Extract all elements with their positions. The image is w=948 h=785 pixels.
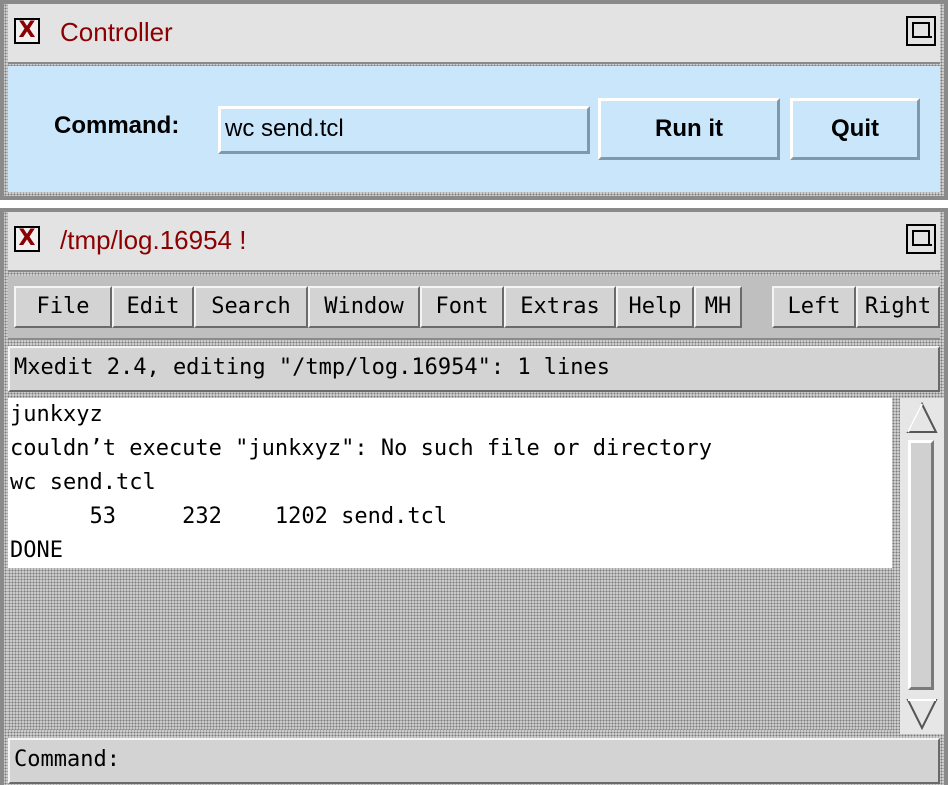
scrollbar-thumb[interactable] [908,440,934,690]
run-it-button[interactable]: Run it [598,98,780,160]
text-line[interactable]: DONE [10,534,892,568]
text-line[interactable]: junkxyz [10,398,892,432]
editor-window: X /tmp/log.16954 ! File Edit Search Wind… [0,208,948,785]
text-line[interactable]: wc send.tcl [10,466,892,500]
menu-left[interactable]: Left [772,286,856,328]
editor-title: /tmp/log.16954 ! [60,225,247,255]
controller-titlebar[interactable]: X Controller [8,4,940,64]
command-input[interactable]: wc send.tcl [218,106,590,154]
menu-file[interactable]: File [14,286,112,328]
text-lines[interactable]: junkxyz couldn’t execute "junkxyz": No s… [8,398,892,568]
command-prompt[interactable]: Command: [8,738,940,784]
menu-font[interactable]: Font [420,286,504,328]
text-line[interactable]: couldn’t execute "junkxyz": No such file… [10,432,892,466]
menu-mh[interactable]: MH [694,286,742,328]
controller-window: X Controller Command: wc send.tcl Run it… [0,0,948,200]
scroll-down-arrow-icon[interactable] [906,698,938,730]
menu-right[interactable]: Right [856,286,940,328]
maximize-icon[interactable] [906,16,936,46]
status-line: Mxedit 2.4, editing "/tmp/log.16954": 1 … [8,346,940,392]
menu-search[interactable]: Search [194,286,308,328]
editor-titlebar[interactable]: X /tmp/log.16954 ! [8,212,940,272]
x-logo-icon[interactable]: X [14,226,40,252]
command-label: Command: [54,112,180,139]
menu-edit[interactable]: Edit [112,286,194,328]
menu-help[interactable]: Help [616,286,694,328]
menu-window[interactable]: Window [308,286,420,328]
menu-extras[interactable]: Extras [504,286,616,328]
menu-bar: File Edit Search Window Font Extras Help… [8,276,940,340]
text-line[interactable]: 53 232 1202 send.tcl [10,500,892,534]
text-area[interactable]: junkxyz couldn’t execute "junkxyz": No s… [8,398,892,730]
scroll-up-arrow-icon[interactable] [906,402,938,434]
maximize-icon[interactable] [906,224,936,254]
x-logo-icon[interactable]: X [14,18,40,44]
quit-button[interactable]: Quit [790,98,920,160]
controller-title: Controller [60,17,173,47]
controller-body: Command: wc send.tcl Run it Quit [8,66,940,192]
vertical-scrollbar[interactable] [900,398,944,734]
